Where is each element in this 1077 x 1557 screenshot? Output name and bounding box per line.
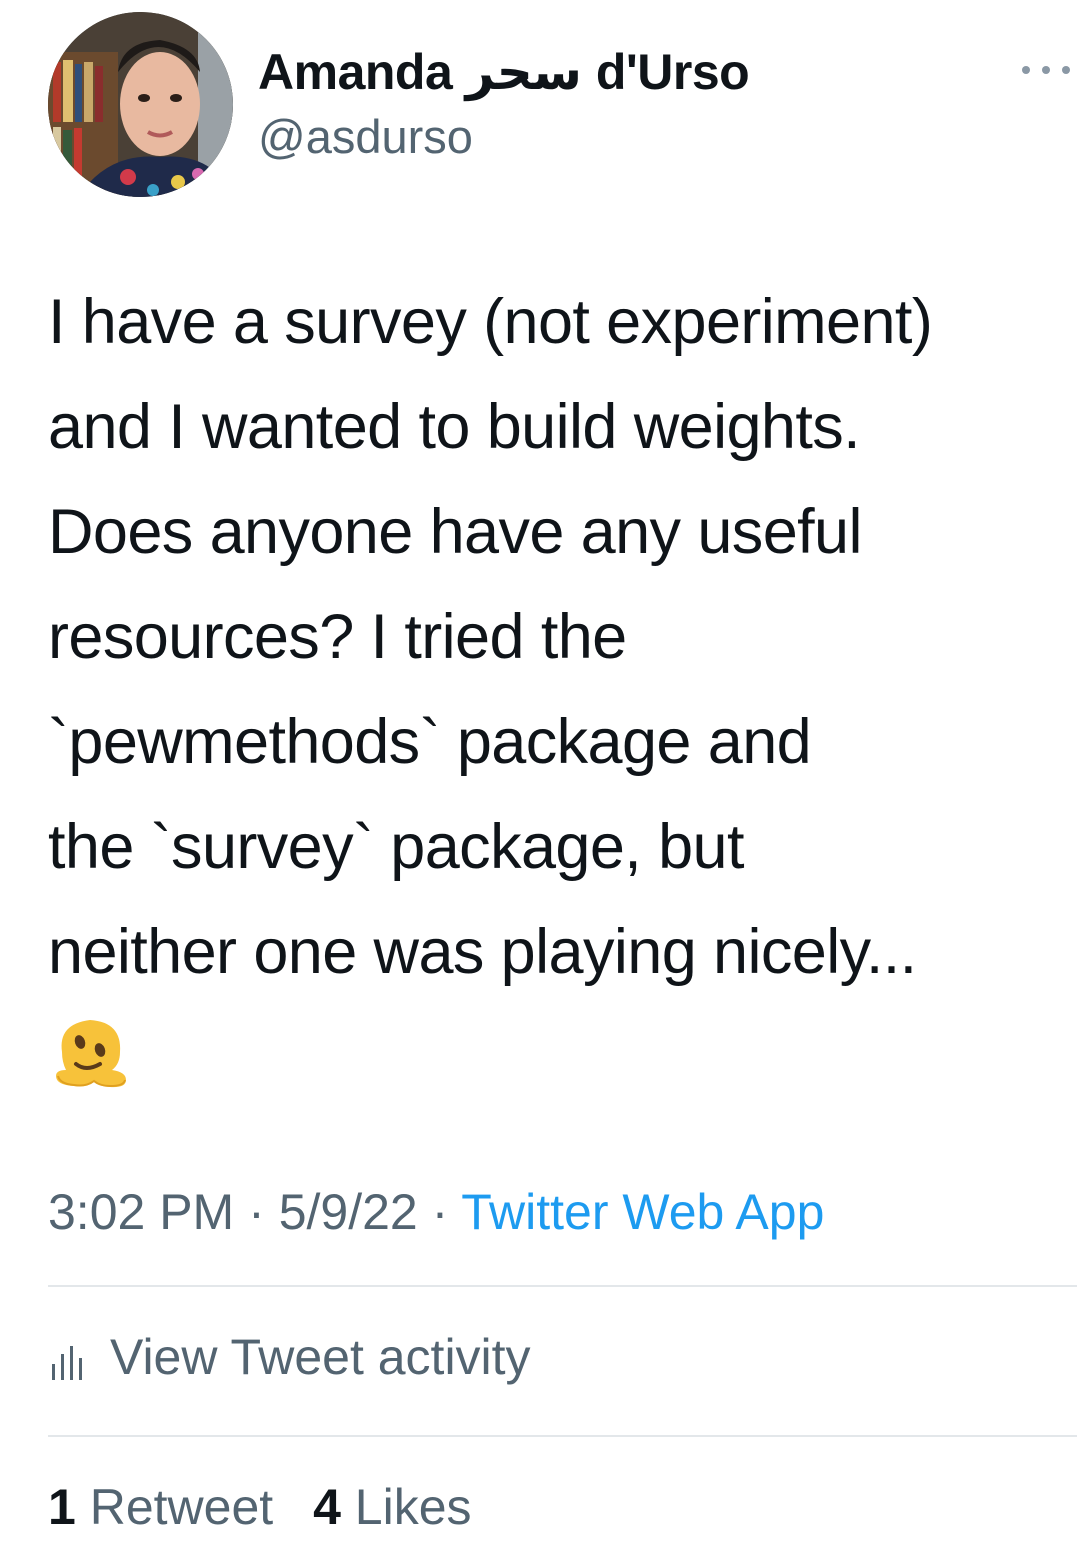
tweet-text-line: neither one was playing nicely... [48,917,917,987]
melting-face-emoji [56,1020,126,1088]
more-dot [1022,66,1030,74]
tweet-source-link[interactable]: Twitter Web App [461,1184,824,1240]
tweet-text-line: and I wanted to build weights. [48,392,861,462]
tweet-text-line: I have a survey (not experiment) [48,287,933,357]
avatar-image [48,12,233,197]
tweet-text-line: the `survey` package, but [48,812,744,882]
more-dot [1062,66,1070,74]
display-name[interactable]: Amanda سحر d'Urso [258,40,750,104]
divider [48,1435,1077,1437]
retweets-stat[interactable]: 1 Retweet [48,1479,287,1535]
avatar[interactable] [48,12,233,197]
tweet-text-line: Does anyone have any useful [48,497,862,567]
view-tweet-activity-link[interactable]: View Tweet activity [48,1325,531,1389]
meta-separator: · [431,1184,449,1240]
activity-label: View Tweet activity [110,1329,531,1385]
user-handle[interactable]: @asdurso [258,107,473,167]
retweets-count: 1 [48,1479,76,1535]
more-dot [1042,66,1050,74]
tweet-card: Amanda سحر d'Urso @asdurso I have a surv… [0,0,1077,1557]
tweet-text-line: resources? I tried the [48,602,627,672]
retweets-label: Retweet [89,1479,274,1535]
likes-stat[interactable]: 4 Likes [313,1479,471,1535]
more-options-icon[interactable] [1022,58,1070,82]
tweet-stats: 1 Retweet 4 Likes [48,1475,498,1539]
tweet-meta: 3:02 PM · 5/9/22 · Twitter Web App [48,1180,824,1244]
bar-chart-icon [52,1346,82,1380]
likes-count: 4 [313,1479,341,1535]
meta-separator: · [248,1184,265,1240]
tweet-text: I have a survey (not experiment) and I w… [48,270,1068,1005]
likes-label: Likes [354,1479,472,1535]
tweet-time[interactable]: 3:02 PM [48,1184,234,1240]
divider [48,1285,1077,1287]
tweet-date[interactable]: 5/9/22 [279,1184,418,1240]
tweet-text-line: `pewmethods` package and [48,707,812,777]
